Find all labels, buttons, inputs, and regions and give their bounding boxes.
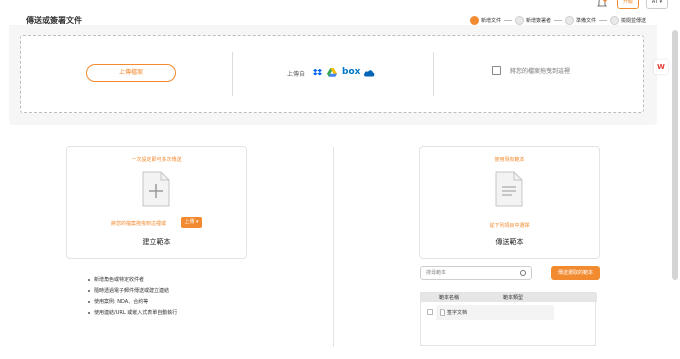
app-logo-icon[interactable]: W (654, 60, 668, 74)
send-selected-template-button[interactable]: 傳送選取的範本 (551, 266, 600, 280)
scrollbar[interactable] (672, 30, 678, 280)
step-prepare-document[interactable]: 準備文件 (565, 15, 597, 25)
table-row[interactable]: 签字文档 (421, 305, 597, 320)
step-label: 檢閱並傳送 (621, 17, 647, 24)
list-item: 新增角色或特定收件者 (88, 275, 177, 286)
divider (232, 52, 233, 96)
step-separator (504, 19, 513, 21)
template-upload-button[interactable]: 上傳 ▾ (181, 217, 202, 228)
step-label: 新增簽署者 (526, 17, 552, 24)
upload-file-button[interactable]: 上傳檔案 (86, 64, 176, 82)
step-separator (599, 19, 608, 21)
template-name: 签字文档 (447, 310, 468, 316)
step-label: 準備文件 (576, 17, 597, 24)
template-features-list: 新增角色或特定收件者 隨時透過電子郵件傳送或建立連結 使用案例: NDA、合約等… (88, 275, 177, 319)
list-item: 隨時透過電子郵件傳送或建立連結 (88, 286, 177, 297)
template-drag-text: 將您的檔案拖曳到這裡或 (111, 221, 167, 227)
step-review-send[interactable]: 檢閱並傳送 (610, 15, 647, 25)
new-document-icon (142, 171, 170, 207)
template-search-input[interactable]: 搜尋範本 (420, 266, 532, 280)
upgrade-button[interactable]: 升級 (617, 0, 639, 9)
step-separator (554, 19, 563, 21)
column-header-type[interactable]: 範本類型 (503, 294, 523, 301)
notification-bell-icon[interactable] (597, 0, 607, 9)
step-icon (515, 15, 525, 25)
send-template-title: 傳送範本 (495, 238, 524, 246)
upload-from-group: 上傳自 (287, 69, 305, 78)
document-icon (440, 309, 445, 316)
google-drive-icon[interactable] (327, 68, 337, 77)
divider (433, 52, 434, 96)
download-icon (492, 66, 501, 75)
step-icon (610, 15, 620, 25)
step-label: 新增文件 (481, 17, 502, 24)
select-template-text: 從下列項目中選擇 (489, 223, 530, 229)
step-add-document[interactable]: 新增文件 (470, 15, 502, 25)
drag-file-text: 將您的檔案拖曳到這裡 (510, 68, 571, 75)
dropbox-icon[interactable] (313, 68, 322, 77)
search-icon (520, 270, 526, 276)
step-add-signers[interactable]: 新增簽署者 (515, 15, 552, 25)
upload-from-label: 上傳自 (287, 71, 306, 78)
template-table: 範本名稱 範本類型 签字文档 (420, 292, 597, 346)
send-template-hint: 使用現有範本 (494, 157, 525, 163)
table-header: 範本名稱 範本類型 (421, 293, 597, 302)
onedrive-icon[interactable] (363, 69, 375, 77)
create-template-title: 建立範本 (142, 238, 171, 246)
create-template-hint: 一次設定即可多次傳送 (131, 157, 182, 163)
list-item: 使用案例: NDA、合約等 (88, 297, 177, 308)
row-checkbox[interactable] (427, 309, 433, 315)
template-document-icon (495, 171, 523, 207)
search-placeholder: 搜尋範本 (426, 270, 447, 276)
section-divider (333, 147, 334, 347)
column-header-name[interactable]: 範本名稱 (439, 294, 459, 301)
drag-file-area[interactable]: 將您的檔案拖曳到這裡 (492, 66, 570, 75)
box-icon[interactable]: box (342, 67, 360, 77)
step-active-icon (470, 15, 479, 25)
step-icon (565, 15, 575, 25)
account-menu-button[interactable]: AT ▾ (646, 0, 668, 9)
list-item: 使用連結/URL 或嵌入式表單自動執行 (88, 308, 177, 319)
